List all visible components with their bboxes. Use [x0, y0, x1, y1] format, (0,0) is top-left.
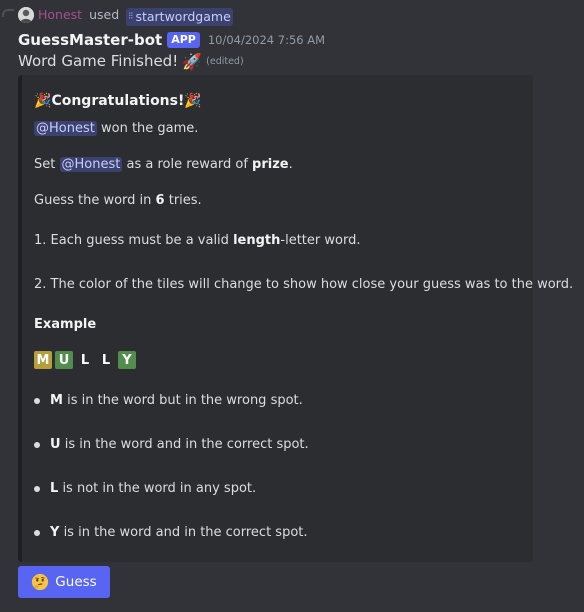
tile-letter: L — [97, 351, 115, 369]
thinking-face-icon — [32, 573, 49, 591]
tile-letter: U — [55, 351, 73, 369]
bullet-dot — [34, 530, 40, 536]
role-name: prize — [252, 157, 289, 172]
rocket-emoji: 🚀 — [182, 51, 203, 71]
embed-title: 🎉Congratulations!🎉 — [34, 92, 202, 110]
bullet-text: is in the word and in the correct spot. — [64, 437, 309, 452]
bullet-letter: Y — [50, 525, 60, 540]
bullet-letter: U — [50, 437, 61, 452]
list-item: M is in the word but in the wrong spot. — [50, 392, 303, 410]
role-prefix: Set — [34, 157, 56, 172]
role-mention[interactable]: @Honest — [59, 157, 123, 172]
example-heading: Example — [34, 317, 97, 332]
guess-button[interactable]: Guess — [18, 566, 110, 598]
bot-username[interactable]: GuessMaster-bot — [18, 31, 162, 49]
chat-message-area: Honest used ⁝⁝ startwordgame GuessMaster… — [0, 0, 584, 612]
bullet-dot — [34, 398, 40, 404]
winner-line: @Honest won the game. — [34, 120, 198, 138]
party-popper-icon: 🎉 — [34, 93, 52, 109]
guess-button-label: Guess — [55, 574, 97, 590]
reply-avatar[interactable] — [18, 7, 34, 23]
rule1-suffix: -letter word. — [280, 233, 361, 248]
reply-spine — [2, 9, 14, 17]
role-suffix: . — [288, 157, 293, 172]
bullet-text: is in the word and in the correct spot. — [63, 525, 308, 540]
reply-username[interactable]: Honest — [38, 7, 82, 22]
slash-command-name: startwordgame — [135, 9, 231, 24]
bullet-dot — [34, 486, 40, 492]
slash-command-chip[interactable]: ⁝⁝ startwordgame — [126, 8, 233, 26]
bullet-letter: L — [50, 481, 59, 496]
message-timestamp[interactable]: 10/04/2024 7:56 AM — [208, 33, 325, 47]
list-item: U is in the word and in the correct spot… — [50, 436, 309, 454]
rule1-prefix: 1. Each guess must be a valid — [34, 233, 229, 248]
embed-title-text: Congratulations! — [51, 93, 185, 109]
role-reward-line: Set @Honest as a role reward of prize. — [34, 156, 293, 174]
edited-label[interactable]: (edited) — [206, 56, 244, 67]
rule-1: 1. Each guess must be a valid length-let… — [34, 232, 360, 250]
guess-count: 6 — [155, 193, 165, 208]
guess-suffix: tries. — [168, 193, 202, 208]
list-item: L is not in the word in any spot. — [50, 480, 256, 498]
list-item: Y is in the word and in the correct spot… — [50, 524, 308, 542]
bullet-letter: M — [50, 393, 63, 408]
winner-text: won the game. — [100, 121, 199, 136]
example-tiles: M U L L Y — [34, 351, 136, 369]
tile-letter: M — [34, 351, 52, 369]
app-badge: APP — [167, 32, 200, 48]
slash-command-icon: ⁝⁝ — [128, 11, 133, 22]
tile-letter: Y — [118, 351, 136, 369]
message-content: Word Game Finished! 🚀 (edited) — [18, 50, 244, 72]
bullet-dot — [34, 442, 40, 448]
rule1-bold: length — [233, 233, 281, 248]
game-embed: 🎉Congratulations!🎉 @Honest won the game.… — [18, 75, 573, 562]
reply-context: Honest used ⁝⁝ startwordgame — [38, 6, 233, 26]
tile-letter: L — [76, 351, 94, 369]
reply-used-label: used — [89, 7, 120, 22]
message-text: Word Game Finished! — [18, 52, 179, 70]
message-header: GuessMaster-bot APP 10/04/2024 7:56 AM — [18, 29, 325, 51]
guess-count-line: Guess the word in 6 tries. — [34, 192, 202, 210]
rule-2: 2. The color of the tiles will change to… — [34, 277, 574, 292]
winner-mention[interactable]: @Honest — [34, 121, 97, 136]
guess-prefix: Guess the word in — [34, 193, 152, 208]
bullet-text: is in the word but in the wrong spot. — [67, 393, 303, 408]
role-middle: as a role reward of — [126, 157, 248, 172]
party-popper-icon: 🎉 — [184, 93, 202, 109]
bullet-text: is not in the word in any spot. — [62, 481, 257, 496]
